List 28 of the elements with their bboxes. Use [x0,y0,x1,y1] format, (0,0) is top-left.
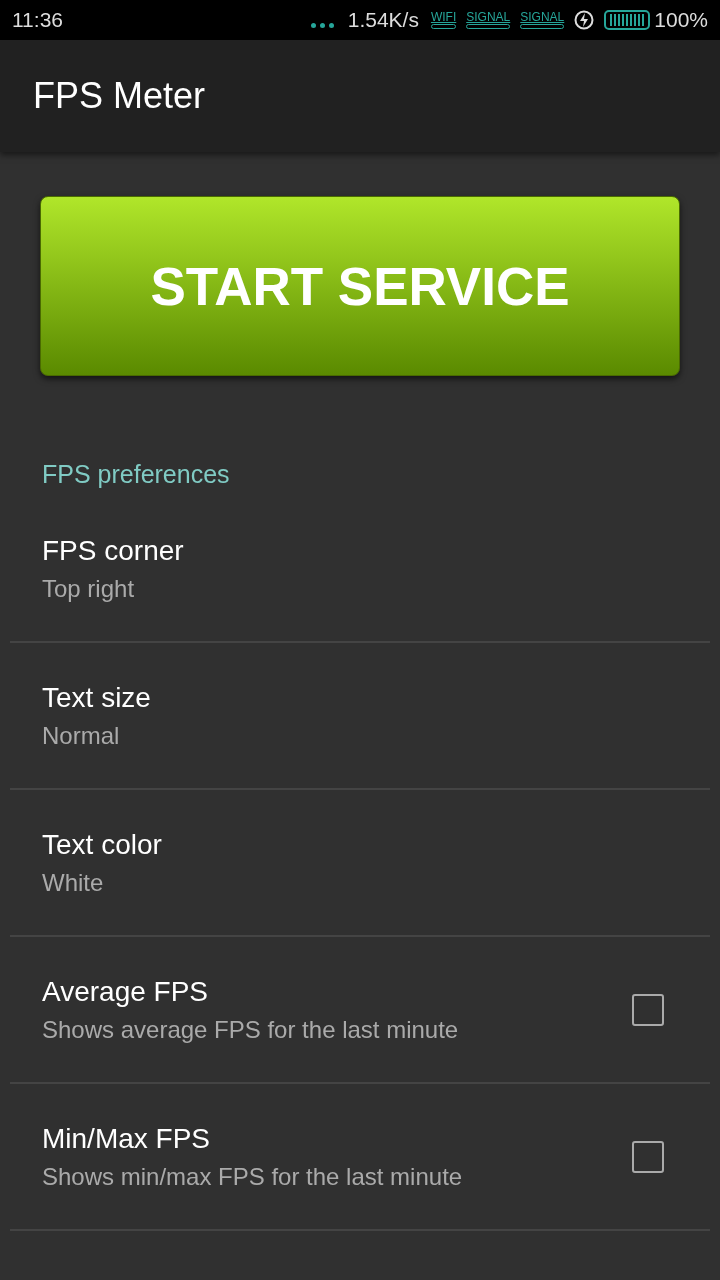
preference-summary: White [42,868,105,897]
charging-icon [574,10,595,30]
preference-row[interactable]: Text color White [10,790,710,937]
preference-row[interactable]: FPS corner Top right [10,496,710,643]
clock-time: 11:36 [12,8,63,32]
preference-row[interactable]: Average FPS Shows average FPS for the last minute [10,937,710,1084]
preference-title: Min/Max FPS [42,1122,212,1155]
app-title: FPS Meter [33,75,206,117]
preference-summary: Normal [42,721,121,750]
preference-title: Average FPS [42,975,210,1008]
wifi-indicator: WIFI [430,11,457,29]
more-dots-icon [310,22,334,28]
checkbox[interactable] [632,1140,664,1173]
preference-title: Text size [42,681,152,714]
section-header: FPS preferences [42,459,231,490]
preference-summary: Shows min/max FPS for the last minute [42,1162,464,1191]
signal-indicator: SIGNAL [466,11,511,29]
checkbox[interactable] [632,993,664,1026]
network-speed: 1.54K/s [347,8,419,32]
preference-summary: Top right [42,574,136,603]
preference-summary: Shows average FPS for the last minute [42,1015,460,1044]
preference-title: FPS corner [42,534,185,567]
signal-indicator: SIGNAL [520,11,565,29]
preference-row[interactable]: Text size Normal [10,643,710,790]
preference-row[interactable]: Min/Max FPS Shows min/max FPS for the last minute [10,1084,710,1231]
preference-title: Text color [42,828,163,861]
battery-level: 100% [654,8,708,32]
battery-icon [604,10,651,30]
